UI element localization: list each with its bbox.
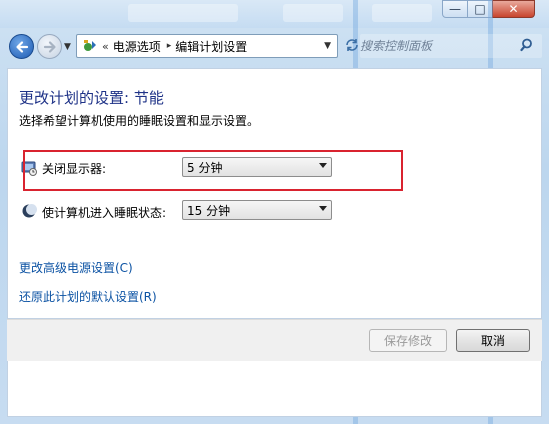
- title-bar-glass-reflection: [372, 4, 432, 22]
- advanced-power-settings-link[interactable]: 更改高级电源设置(C): [19, 259, 133, 276]
- lower-pane: [7, 361, 542, 417]
- breadcrumb-item-power-options[interactable]: 电源选项: [113, 38, 161, 55]
- forward-button[interactable]: [37, 34, 62, 59]
- restore-defaults-link[interactable]: 还原此计划的默认设置(R): [19, 288, 157, 305]
- sleep-value: 15 分钟: [187, 203, 231, 218]
- title-bar: — □ ✕: [0, 0, 549, 28]
- address-dropdown-icon[interactable]: ▼: [324, 41, 331, 51]
- footer-bar: 保存修改 取消: [7, 319, 542, 361]
- settings-panel: 更改计划的设置: 节能 选择希望计算机使用的睡眠设置和显示设置。 关闭显示器: …: [7, 68, 542, 319]
- navigation-bar: ▼ « 电源选项 ▸ 编辑计划设置 ▼: [0, 28, 549, 64]
- minimize-button[interactable]: —: [442, 0, 468, 18]
- search-box: [360, 34, 542, 58]
- chevron-down-icon: [319, 206, 327, 211]
- forward-arrow-icon: [43, 40, 56, 53]
- close-button[interactable]: ✕: [492, 0, 535, 18]
- page-subtitle: 选择希望计算机使用的睡眠设置和显示设置。: [19, 114, 260, 128]
- search-input[interactable]: [360, 35, 510, 57]
- address-bar[interactable]: « 电源选项 ▸ 编辑计划设置 ▼: [76, 34, 338, 58]
- breadcrumb-chevron-icon[interactable]: ▸: [167, 41, 172, 51]
- control-panel-icon: [81, 38, 99, 54]
- back-arrow-icon: [15, 40, 28, 53]
- sleep-dropdown[interactable]: 15 分钟: [182, 200, 332, 220]
- refresh-icon[interactable]: [344, 37, 360, 53]
- title-bar-glass-reflection: [283, 4, 343, 22]
- save-button[interactable]: 保存修改: [369, 329, 447, 352]
- search-icon[interactable]: [520, 37, 536, 53]
- title-bar-glass-reflection: [128, 4, 238, 22]
- breadcrumb-item-edit-plan[interactable]: 编辑计划设置: [175, 38, 247, 55]
- highlight-annotation-box: [23, 150, 403, 191]
- back-button[interactable]: [9, 34, 34, 59]
- breadcrumb-overflow[interactable]: «: [102, 40, 109, 53]
- moon-icon: [21, 203, 37, 219]
- recent-pages-dropdown[interactable]: ▼: [64, 42, 71, 52]
- window-frame: — □ ✕ ▼ « 电源选项 ▸ 编辑计划设置 ▼ 搜索控制面板 更改计划的设置…: [0, 0, 549, 424]
- sleep-label: 使计算机进入睡眠状态:: [42, 206, 167, 220]
- cancel-button[interactable]: 取消: [456, 329, 530, 352]
- page-title: 更改计划的设置: 节能: [19, 89, 164, 107]
